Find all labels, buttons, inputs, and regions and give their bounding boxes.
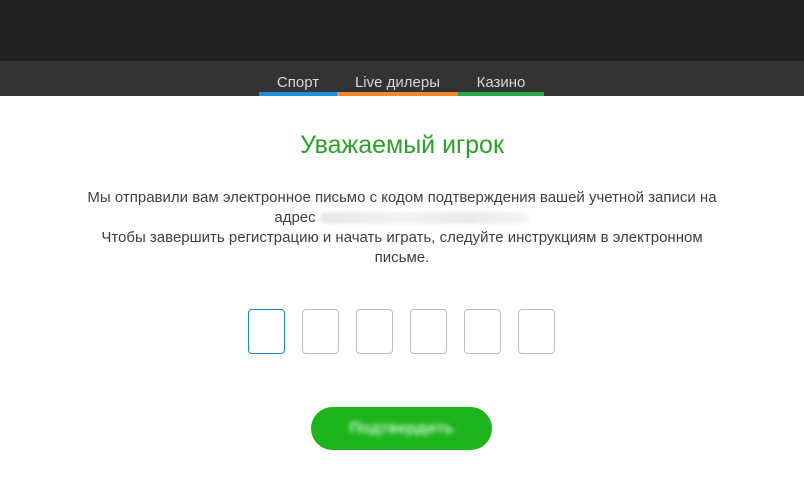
- verification-message: Мы отправили вам электронное письмо с ко…: [72, 188, 732, 268]
- page-title: Уважаемый игрок: [300, 131, 504, 159]
- code-digit-5[interactable]: [464, 309, 501, 354]
- tab-casino-underline: [458, 92, 544, 96]
- code-digit-3[interactable]: [356, 309, 393, 354]
- code-digit-4[interactable]: [410, 309, 447, 354]
- verification-code-inputs: [248, 309, 556, 354]
- nav-bar: Спорт Live дилеры Казино: [0, 61, 804, 96]
- tab-live-dealers-label: Live дилеры: [354, 74, 441, 91]
- confirm-button[interactable]: Подтвердить: [311, 407, 492, 450]
- tab-sport-label: Спорт: [276, 74, 320, 91]
- tab-sport[interactable]: Спорт: [259, 61, 337, 96]
- product-tabs: Спорт Live дилеры Казино: [259, 61, 544, 96]
- email-address-redacted: [319, 212, 530, 225]
- tab-live-dealers-underline: [337, 92, 458, 96]
- tab-casino[interactable]: Казино: [458, 61, 544, 96]
- code-digit-1[interactable]: [248, 309, 285, 354]
- code-digit-6[interactable]: [518, 309, 555, 354]
- confirm-button-label: Подтвердить: [349, 419, 454, 437]
- message-line-2: Чтобы завершить регистрацию и начать игр…: [101, 229, 703, 266]
- code-digit-2[interactable]: [302, 309, 339, 354]
- tab-live-dealers[interactable]: Live дилеры: [337, 61, 458, 96]
- tab-casino-label: Казино: [476, 74, 526, 91]
- tab-sport-underline: [259, 92, 337, 96]
- top-bar: [0, 0, 804, 61]
